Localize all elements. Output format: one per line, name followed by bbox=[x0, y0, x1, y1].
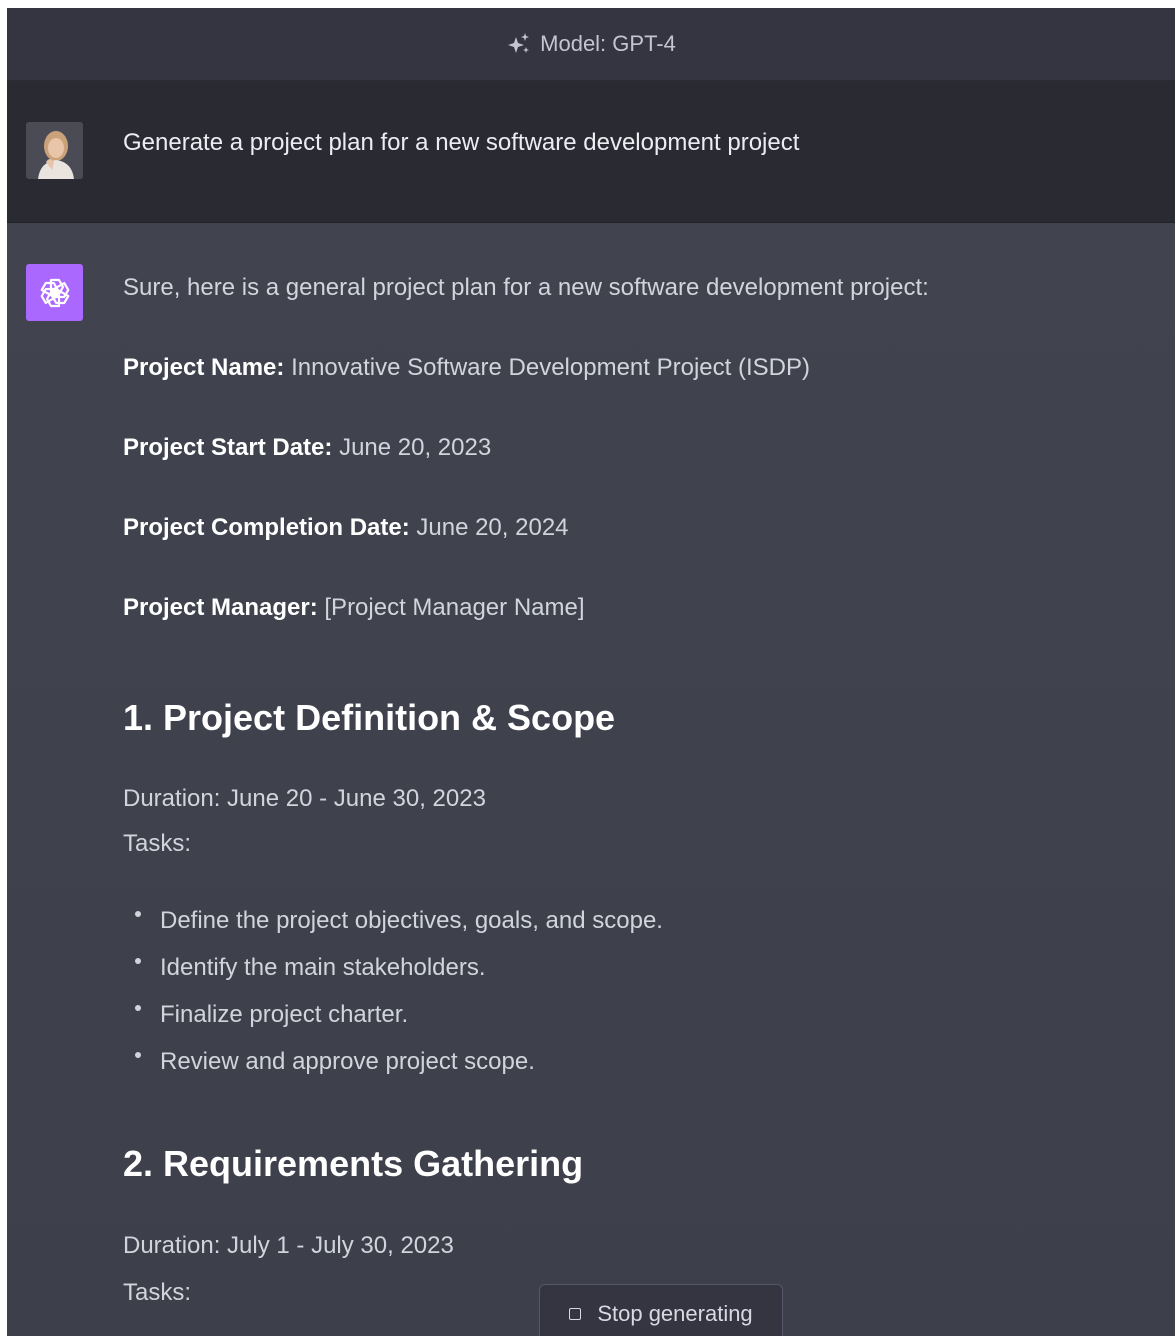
field-label: Project Start Date: bbox=[123, 434, 333, 461]
field-label: Project Completion Date: bbox=[123, 514, 410, 541]
field-project-manager: Project Manager: [Project Manager Name] bbox=[123, 593, 585, 623]
stop-square-icon bbox=[569, 1308, 582, 1320]
user-message-text: Generate a project plan for a new softwa… bbox=[123, 129, 800, 156]
openai-logo-icon bbox=[26, 264, 83, 321]
user-message-row: Generate a project plan for a new softwa… bbox=[7, 81, 1175, 223]
field-value: June 20, 2023 bbox=[339, 434, 492, 461]
field-project-name: Project Name: Innovative Software Develo… bbox=[123, 353, 810, 383]
section-duration: Duration: June 20 - June 30, 2023 bbox=[123, 785, 486, 812]
user-portrait-icon bbox=[26, 122, 83, 179]
section-tasks-label: Tasks: bbox=[123, 1279, 192, 1306]
stop-generating-button[interactable]: Stop generating bbox=[539, 1284, 783, 1336]
list-item: Review and approve project scope. bbox=[123, 1044, 663, 1091]
stop-generating-label: Stop generating bbox=[597, 1301, 753, 1326]
user-avatar bbox=[26, 122, 83, 179]
assistant-message-row: Sure, here is a general project plan for… bbox=[7, 223, 1175, 1336]
field-label: Project Name: bbox=[123, 354, 285, 381]
list-item: Finalize project charter. bbox=[123, 997, 663, 1044]
field-start-date: Project Start Date: June 20, 2023 bbox=[123, 433, 491, 463]
list-item: Identify the main stakeholders. bbox=[123, 950, 663, 997]
sparkle-icon bbox=[508, 33, 530, 53]
section-tasks-label: Tasks: bbox=[123, 830, 192, 857]
intro-text: Sure, here is a general project plan for… bbox=[123, 274, 929, 301]
field-value: Innovative Software Development Project … bbox=[291, 354, 810, 381]
model-header: Model: GPT-4 bbox=[7, 8, 1175, 81]
field-value: June 20, 2024 bbox=[416, 514, 569, 541]
field-label: Project Manager: bbox=[123, 594, 318, 621]
section-heading: 1. Project Definition & Scope bbox=[123, 697, 616, 738]
field-value: [Project Manager Name] bbox=[324, 594, 585, 621]
task-list: Define the project objectives, goals, an… bbox=[123, 903, 663, 1091]
model-label: Model: GPT-4 bbox=[540, 31, 676, 56]
field-completion-date: Project Completion Date: June 20, 2024 bbox=[123, 513, 569, 543]
section-duration: Duration: July 1 - July 30, 2023 bbox=[123, 1232, 454, 1259]
chat-window: Model: GPT-4 Generate a project plan for… bbox=[7, 8, 1175, 1336]
list-item: Define the project objectives, goals, an… bbox=[123, 903, 663, 950]
section-heading: 2. Requirements Gathering bbox=[123, 1143, 584, 1184]
